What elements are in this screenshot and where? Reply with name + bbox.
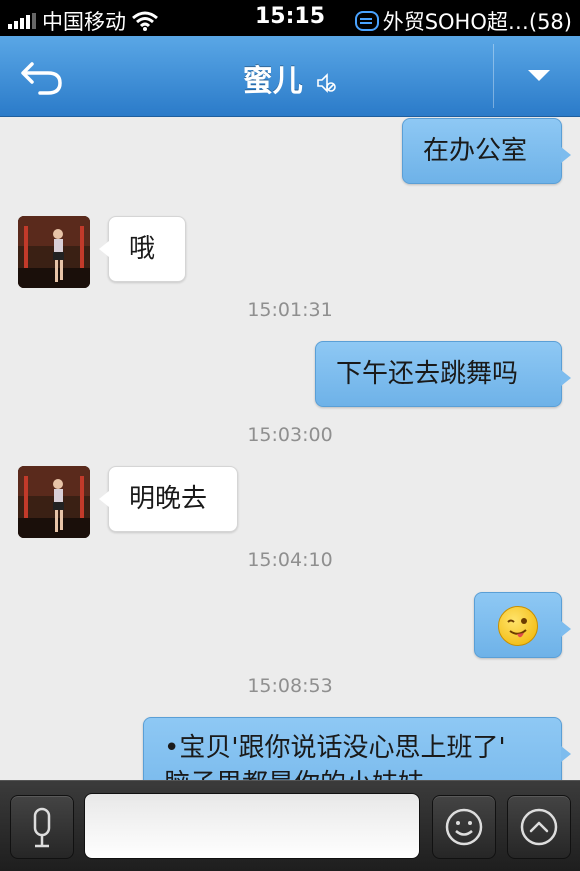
nav-bar: 蜜儿 — [0, 36, 580, 117]
message-text: 哦 — [129, 234, 156, 264]
contact-avatar[interactable] — [18, 216, 90, 288]
notification-text: 外贸SOHO超…(58) — [382, 10, 572, 34]
message-bubble-icon — [354, 11, 379, 31]
chat-area[interactable]: 在办公室 哦 15:01:31 下午还去跳舞吗 15:03:00 明晚去 15:… — [0, 117, 580, 780]
message-outgoing[interactable]: 下午还去跳舞吗 — [315, 341, 571, 407]
avatar-photo — [18, 216, 90, 288]
nav-divider — [493, 44, 494, 108]
microphone-icon — [33, 807, 51, 848]
message-text-line: 脑子里都是你的小妹妹 — [164, 766, 541, 780]
dropdown-button[interactable] — [495, 36, 580, 116]
status-bar: 中国移动 15:15 外贸SOHO超…(58) — [0, 0, 580, 36]
message-text: 在办公室 — [423, 136, 528, 166]
message-outgoing[interactable]: •宝贝'跟你说话没心思上班了' 脑子里都是你的小妹妹 — [143, 717, 571, 780]
message-timestamp: 15:03:00 — [247, 424, 333, 446]
muted-speaker-icon — [317, 72, 337, 93]
contact-name: 蜜儿 — [242, 64, 303, 99]
chevron-up-circle-icon — [520, 808, 558, 846]
message-timestamp: 15:04:10 — [247, 549, 333, 571]
message-incoming[interactable]: 哦 — [99, 216, 186, 282]
emoji-button[interactable] — [432, 795, 496, 859]
wink-tongue-emoji-icon — [498, 605, 538, 646]
message-outgoing[interactable]: 在办公室 — [402, 118, 571, 184]
notification-group: 外贸SOHO超…(58) — [354, 6, 572, 36]
message-timestamp: 15:01:31 — [247, 299, 333, 321]
message-text: 明晚去 — [129, 484, 208, 514]
avatar-photo — [18, 466, 90, 538]
contact-avatar[interactable] — [18, 466, 90, 538]
message-text-line: •宝贝'跟你说话没心思上班了' — [164, 733, 506, 763]
more-button[interactable] — [507, 795, 571, 859]
smiley-icon — [445, 808, 483, 846]
message-outgoing[interactable] — [474, 592, 571, 658]
message-text: 下午还去跳舞吗 — [336, 359, 519, 389]
message-incoming[interactable]: 明晚去 — [99, 466, 238, 532]
message-input[interactable] — [84, 793, 420, 859]
triangle-down-icon — [528, 70, 550, 81]
message-timestamp: 15:08:53 — [247, 675, 333, 697]
voice-button[interactable] — [10, 795, 74, 859]
input-bar — [0, 780, 580, 871]
